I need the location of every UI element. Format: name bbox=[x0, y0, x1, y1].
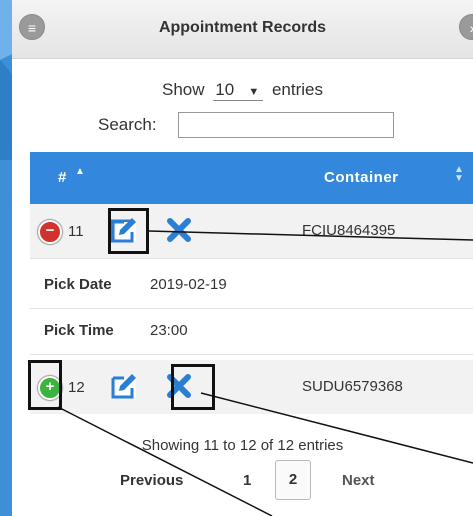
detail-pick-time: Pick Time 23:00 bbox=[30, 308, 473, 355]
entries-control: Show 10 ▼ entries bbox=[12, 80, 473, 101]
entries-select-value: 10 bbox=[215, 80, 235, 99]
pick-time-value: 23:00 bbox=[150, 322, 188, 339]
table-info: Showing 11 to 12 of 12 entries bbox=[141, 437, 344, 454]
table-header: # ▲ Container ▲ ▼ bbox=[30, 152, 473, 204]
search-label: Search: bbox=[98, 115, 157, 134]
column-header-num[interactable]: # bbox=[58, 169, 66, 186]
sort-asc-icon: ▲ bbox=[75, 166, 85, 177]
page-title: Appointment Records bbox=[158, 19, 327, 36]
table-row: + 12 SUDU6579368 bbox=[30, 360, 473, 414]
page-2-button[interactable]: 2 bbox=[275, 460, 311, 500]
row-number: 11 bbox=[68, 223, 84, 240]
page-1-button[interactable]: 1 bbox=[243, 472, 251, 489]
column-header-container[interactable]: Container bbox=[324, 169, 399, 186]
collapse-row-icon[interactable]: − bbox=[38, 220, 62, 244]
highlight-box-delete bbox=[171, 364, 215, 410]
detail-pick-date: Pick Date 2019-02-19 bbox=[30, 262, 473, 309]
search-row: Search: bbox=[98, 112, 394, 138]
highlight-box-expand bbox=[28, 360, 62, 410]
container-number: FCIU8464395 bbox=[302, 222, 396, 239]
header-bar: ≡ Appointment Records › bbox=[12, 0, 473, 59]
previous-page-button[interactable]: Previous bbox=[120, 472, 183, 489]
next-page-button[interactable]: Next bbox=[342, 472, 375, 489]
sort-icon: ▲ ▼ bbox=[454, 164, 464, 184]
search-input[interactable] bbox=[178, 112, 394, 138]
pick-time-label: Pick Time bbox=[44, 322, 114, 339]
pick-date-value: 2019-02-19 bbox=[150, 276, 227, 293]
entries-label: entries bbox=[271, 80, 323, 99]
highlight-box-edit bbox=[108, 208, 149, 254]
row-number: 12 bbox=[68, 379, 85, 396]
container-number: SUDU6579368 bbox=[302, 378, 403, 395]
table-row: − 11 FCIU8464395 bbox=[30, 204, 473, 259]
app-panel: ≡ Appointment Records › Show 10 ▼ entrie… bbox=[12, 0, 473, 516]
chevron-down-icon: ▼ bbox=[248, 86, 260, 98]
show-label: Show bbox=[161, 80, 205, 99]
entries-select[interactable]: 10 ▼ bbox=[213, 80, 264, 101]
pick-date-label: Pick Date bbox=[44, 276, 112, 293]
edit-icon[interactable] bbox=[110, 372, 138, 400]
delete-icon[interactable] bbox=[165, 216, 193, 244]
